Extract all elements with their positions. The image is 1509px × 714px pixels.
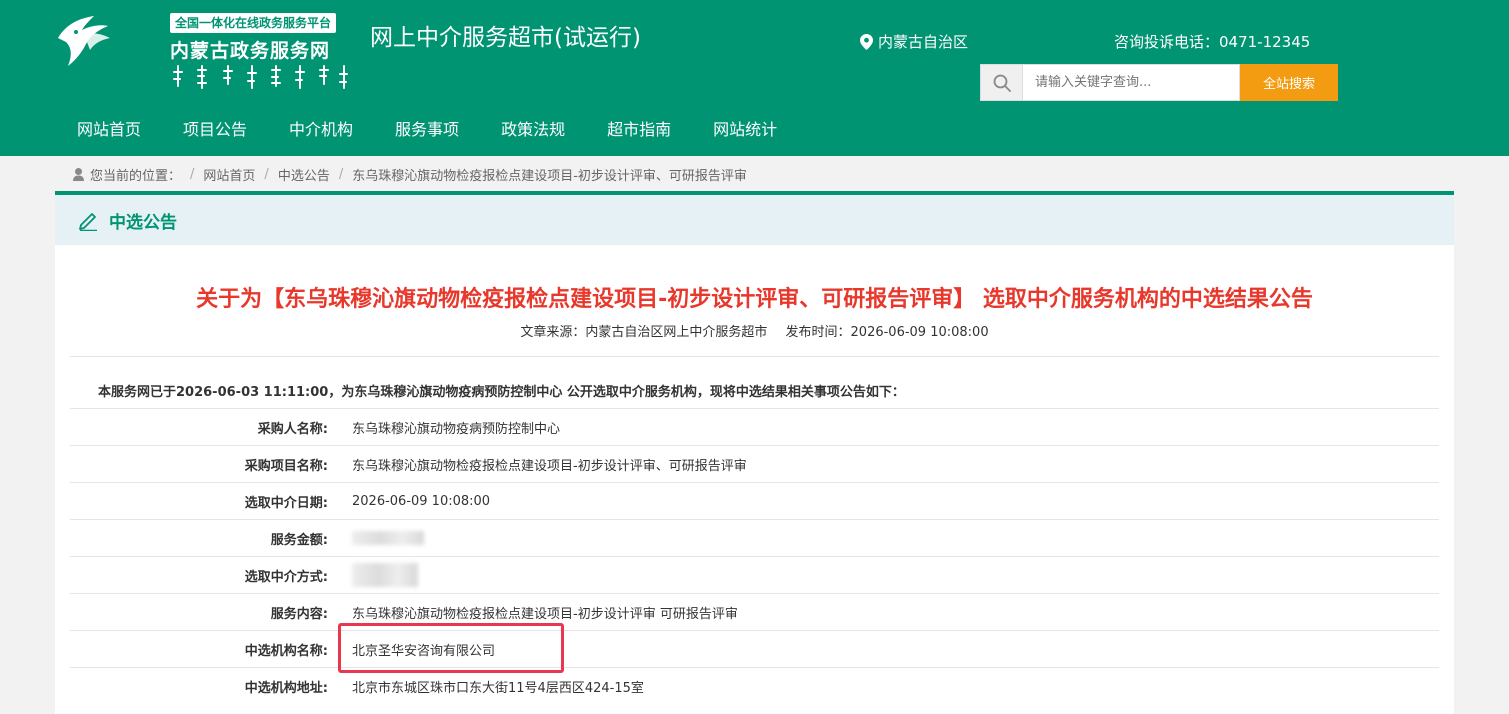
- site-search: 全站搜索: [980, 64, 1338, 101]
- detail-row-date: 选取中介日期: 2026-06-09 10:08:00: [70, 482, 1439, 519]
- detail-label: 选取中介方式:: [244, 569, 328, 585]
- detail-value: 东乌珠穆沁旗动物检疫报检点建设项目-初步设计评审 可研报告评审: [352, 606, 738, 622]
- breadcrumb: 您当前的位置： / 网站首页 / 中选公告 / 东乌珠穆沁旗动物检疫报检点建设项…: [72, 162, 747, 186]
- complaint-hotline: 咨询投诉电话：0471-12345: [1114, 33, 1311, 51]
- highlight-box: [338, 623, 564, 673]
- detail-value: 东乌珠穆沁旗动物检疫报检点建设项目-初步设计评审、可研报告评审: [352, 458, 747, 474]
- redaction-blur: [352, 531, 424, 545]
- region-selector[interactable]: 内蒙古自治区: [860, 31, 968, 52]
- detail-label: 服务金额:: [270, 532, 328, 548]
- nav-item-home[interactable]: 网站首页: [56, 110, 162, 152]
- detail-row-method: 选取中介方式:: [70, 556, 1439, 593]
- site-header: 全国一体化在线政务服务平台 内蒙古政务服务网 网上中介服务超市(试运行) 内蒙古…: [0, 0, 1509, 156]
- site-title: 网上中介服务超市(试运行): [370, 25, 641, 51]
- article-meta: 文章来源：内蒙古自治区网上中介服务超市 发布时间：2026-06-09 10:0…: [55, 321, 1454, 340]
- mongolian-script-mark: [173, 65, 348, 89]
- detail-label: 中选机构地址:: [244, 680, 328, 696]
- breadcrumb-current: 东乌珠穆沁旗动物检疫报检点建设项目-初步设计评审、可研报告评审: [352, 168, 747, 184]
- nav-item-services[interactable]: 服务事项: [374, 110, 480, 152]
- detail-label: 中选机构名称:: [244, 643, 328, 659]
- search-icon: [993, 74, 1011, 92]
- breadcrumb-notices[interactable]: 中选公告: [278, 165, 330, 184]
- detail-value: 2026-06-09 10:08:00: [352, 493, 491, 509]
- detail-row-winner-name: 中选机构名称: 北京圣华安咨询有限公司: [70, 630, 1439, 667]
- portal-name: 内蒙古政务服务网: [170, 40, 331, 62]
- breadcrumb-prefix: 您当前的位置：: [90, 168, 182, 184]
- result-details: 采购人名称: 东乌珠穆沁旗动物疫病预防控制中心 采购项目名称: 东乌珠穆沁旗动物…: [70, 408, 1439, 704]
- detail-value: 北京市东城区珠市口东大街11号4层西区424-15室: [352, 680, 644, 696]
- detail-row-content: 服务内容: 东乌珠穆沁旗动物检疫报检点建设项目-初步设计评审 可研报告评审: [70, 593, 1439, 630]
- detail-label: 服务内容:: [270, 606, 328, 622]
- main-nav: 网站首页 项目公告 中介机构 服务事项 政策法规 超市指南 网站统计: [56, 110, 798, 152]
- detail-row-winner-address: 中选机构地址: 北京市东城区珠市口东大街11号4层西区424-15室: [70, 667, 1439, 704]
- title-divider: [70, 356, 1439, 357]
- location-pin-icon: [860, 33, 873, 50]
- breadcrumb-separator: /: [338, 166, 344, 182]
- nav-item-guide[interactable]: 超市指南: [586, 110, 692, 152]
- nav-item-policies[interactable]: 政策法规: [480, 110, 586, 152]
- detail-row-project: 采购项目名称: 东乌珠穆沁旗动物检疫报检点建设项目-初步设计评审、可研报告评审: [70, 445, 1439, 482]
- horse-logo-icon: [58, 16, 110, 66]
- search-input[interactable]: [1023, 64, 1240, 101]
- breadcrumb-separator: /: [190, 166, 195, 182]
- detail-row-purchaser: 采购人名称: 东乌珠穆沁旗动物疫病预防控制中心: [70, 408, 1439, 445]
- platform-tag: 全国一体化在线政务服务平台: [170, 13, 337, 33]
- detail-label: 采购人名称:: [257, 421, 328, 437]
- notice-panel: 中选公告 关于为【东乌珠穆沁旗动物检疫报检点建设项目-初步设计评审、可研报告评审…: [55, 191, 1454, 714]
- notice-intro: 本服务网已于2026-06-03 11:11:00，为东乌珠穆沁旗动物疫病预防控…: [98, 385, 905, 400]
- search-icon-box[interactable]: [980, 64, 1023, 101]
- panel-header: 中选公告: [55, 195, 1454, 245]
- detail-value: 东乌珠穆沁旗动物疫病预防控制中心: [352, 421, 561, 437]
- breadcrumb-home[interactable]: 网站首页: [203, 165, 255, 184]
- nav-item-project-notices[interactable]: 项目公告: [162, 110, 268, 152]
- detail-value-redacted: [328, 563, 418, 587]
- site-search-button[interactable]: 全站搜索: [1240, 64, 1338, 101]
- article-title: 关于为【东乌珠穆沁旗动物检疫报检点建设项目-初步设计评审、可研报告评审】 选取中…: [196, 287, 1313, 312]
- detail-value-redacted: [328, 531, 424, 546]
- detail-row-amount: 服务金额:: [70, 519, 1439, 556]
- region-label: 内蒙古自治区: [878, 33, 969, 51]
- detail-label: 采购项目名称:: [244, 458, 328, 474]
- nav-item-agencies[interactable]: 中介机构: [268, 110, 374, 152]
- article-source: 文章来源：内蒙古自治区网上中介服务超市: [520, 325, 768, 340]
- nav-item-statistics[interactable]: 网站统计: [692, 110, 798, 152]
- user-location-icon: [73, 167, 84, 181]
- panel-title: 中选公告: [109, 212, 177, 233]
- redaction-blur: [352, 563, 418, 587]
- portal-logo[interactable]: 全国一体化在线政务服务平台 内蒙古政务服务网: [54, 10, 348, 92]
- detail-label: 选取中介日期:: [244, 495, 328, 511]
- publish-time: 发布时间：2026-06-09 10:08:00: [785, 325, 989, 340]
- pencil-edit-icon: [79, 213, 97, 231]
- breadcrumb-separator: /: [264, 166, 269, 182]
